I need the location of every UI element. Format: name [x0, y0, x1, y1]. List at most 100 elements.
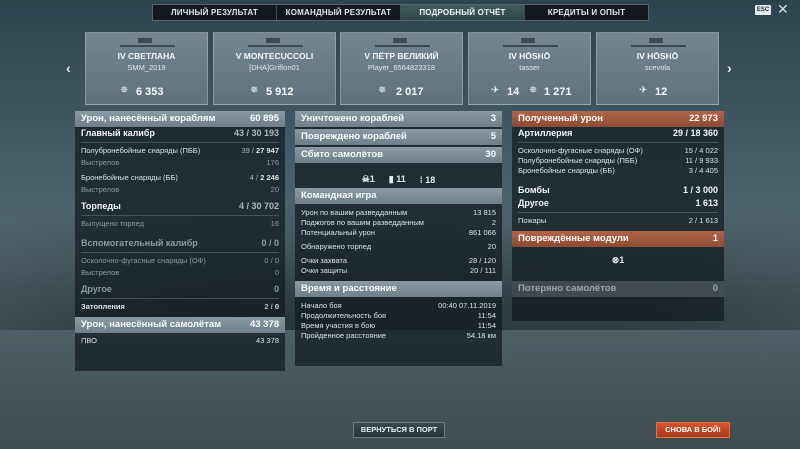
aircraft-damage-header: Урон, нанесённый самолётам 43 378	[75, 317, 285, 333]
he-label: Осколочно-фугасные снаряды (ОФ)	[81, 256, 206, 265]
ship-stat: 12	[655, 86, 668, 98]
torpedoes-label: Торпеды	[81, 201, 121, 211]
divider	[81, 215, 279, 216]
ship-card-2[interactable]: V MONTECUCCOLI [DHA]Griffon01 ✵ 5 912	[213, 32, 336, 105]
sap-hits: 39 /	[241, 146, 257, 155]
torpedoes-value: 4 / 30 702	[238, 201, 279, 211]
torpedo-icon: ✈	[491, 85, 500, 96]
battle-again-button[interactable]: СНОВА В БОЙ!	[656, 422, 730, 438]
aa-value: 43 378	[256, 336, 279, 345]
tab-detailed-report[interactable]: ПОДРОБНЫЙ ОТЧЁТ	[401, 5, 525, 20]
aircraft-damage-label: Урон, нанесённый самолётам	[81, 319, 222, 330]
divider	[81, 252, 279, 253]
damaged-modules-header: Повреждённые модули 1	[512, 231, 724, 247]
planes-shot-row: Сбито самолётов 30	[295, 147, 502, 163]
ship-card-4[interactable]: IV HŌSHŌ tasser ✈ 14 ✵ 1 271	[468, 32, 591, 105]
planes-shot-value: 30	[485, 149, 496, 160]
bombs-row: Бомбы 1 / 3 000	[512, 184, 724, 197]
ap-row: Бронебойные снаряды (ББ) 4 / 2 246	[75, 173, 285, 183]
he-row: Осколочно-фугасные снаряды (ОФ) 0 / 0	[75, 256, 285, 266]
main-battery-value: 43 / 30 193	[233, 128, 279, 138]
damage-icon: ✵	[529, 85, 538, 96]
ship-card-3[interactable]: V ПЁТР ВЕЛИКИЙ Player_6564823318 ✵ 2 017	[340, 32, 463, 105]
defense-points-row: Очки защиты 20 / 111	[295, 266, 502, 276]
damage-received-panel: Полученный урон 22 973 Артиллерия 29 / 1…	[512, 111, 724, 321]
damaged-modules-label: Повреждённые модули	[518, 233, 629, 244]
time-distance-label: Время и расстояние	[301, 283, 397, 294]
shots-row: Выстрелов 176	[75, 158, 285, 168]
flooding-value: 2 / 0	[264, 302, 279, 312]
spotting-fires-row: Поджогов по вашим разведданным 2	[295, 218, 502, 228]
tab-credits-xp[interactable]: КРЕДИТЫ И ОПЫТ	[525, 5, 648, 20]
sap-damage: 27 947	[256, 146, 279, 155]
distance-value: 54.18 км	[466, 331, 496, 340]
ship-name: IV HŌSHŌ	[636, 51, 679, 61]
damage-icon: ✵	[378, 85, 387, 96]
battle-start-row: Начало боя 00:40 07.11.2019	[295, 301, 502, 311]
planes-lost-header: Потеряно самолётов 0	[512, 281, 724, 297]
tab-personal-result[interactable]: ЛИЧНЫЙ РЕЗУЛЬТАТ	[153, 5, 277, 20]
player-name: tasser	[519, 63, 540, 72]
ship-silhouette-icon	[248, 38, 303, 47]
participation-time-value: 11:54	[477, 321, 496, 330]
ap-received-label: Бронебойные снаряды (ББ)	[518, 166, 615, 175]
ship-stat: 5 912	[266, 86, 294, 98]
ships-destroyed-row: Уничтожено кораблей 3	[295, 111, 502, 127]
ap-received-row: Бронебойные снаряды (ББ) 3 / 4 405	[512, 166, 724, 176]
ship-stat: 2 017	[396, 86, 424, 98]
battle-start-value: 00:40 07.11.2019	[438, 301, 496, 310]
main-battery-row: Главный калибр 43 / 30 193	[75, 127, 285, 140]
ship-silhouette-icon	[631, 38, 686, 47]
artillery-label: Артиллерия	[518, 128, 573, 138]
spotting-damage-value: 13 815	[473, 208, 496, 217]
flooding-damage: 0	[274, 302, 279, 311]
divider	[81, 298, 279, 299]
sap-received-label: Полубронебойные снаряды (ПББ)	[518, 156, 638, 165]
capture-points-label: Очки захвата	[301, 256, 348, 265]
damage-received-header: Полученный урон 22 973	[512, 111, 724, 127]
planes-lost-label: Потеряно самолётов	[518, 283, 617, 294]
main-battery-label: Главный калибр	[81, 128, 155, 138]
artillery-row: Артиллерия 29 / 18 360	[512, 127, 724, 140]
ship-card-5[interactable]: IV HŌSHŌ scevola ✈ 12	[596, 32, 719, 105]
esc-key-badge: ESC	[755, 5, 771, 15]
ship-name: IV СВЕТЛАНА	[117, 51, 176, 61]
battle-duration-row: Продолжительность боя 11:54	[295, 311, 502, 321]
ship-silhouette-icon	[375, 38, 430, 47]
shell-count: 11	[396, 174, 406, 184]
ship-damage-value: 60 895	[249, 113, 279, 124]
ships-damaged-label: Повреждено кораблей	[301, 131, 407, 142]
sap-received-value: 11 / 9 933	[685, 156, 718, 165]
potential-damage-label: Потенциальный урон	[301, 228, 375, 237]
ammo-stat: ⁞ 18	[420, 175, 436, 185]
shell-stat: ▮ 11	[389, 174, 406, 185]
ship-card-1[interactable]: IV СВЕТЛАНА SMM_2019 ✵ 6 353	[85, 32, 208, 105]
battle-start-label: Начало боя	[301, 301, 342, 310]
chevron-right-icon[interactable]: ›	[727, 60, 732, 76]
spotting-fires-label: Поджогов по вашим разведданным	[301, 218, 424, 227]
flooding-row: Затопления 2 / 0	[75, 302, 285, 312]
he-value: 0 / 0	[264, 256, 279, 265]
tab-team-result[interactable]: КОМАНДНЫЙ РЕЗУЛЬТАТ	[277, 5, 401, 20]
ships-damaged-value: 5	[490, 131, 496, 142]
teamwork-label: Командная игра	[301, 190, 377, 201]
ships-destroyed-value: 3	[490, 113, 496, 124]
ships-damaged-row: Повреждено кораблей 5	[295, 129, 502, 145]
chevron-left-icon[interactable]: ‹	[66, 60, 71, 76]
return-to-port-button[interactable]: ВЕРНУТЬСЯ В ПОРТ	[353, 422, 445, 438]
aa-label: ПВО	[81, 336, 97, 345]
shots-row: Выстрелов 20	[75, 185, 285, 195]
damage-received-label: Полученный урон	[518, 113, 603, 124]
battle-duration-label: Продолжительность боя	[301, 311, 387, 320]
damage-received-value: 22 973	[688, 113, 718, 124]
player-name: scevola	[644, 63, 671, 72]
sap-value: 39 / 27 947	[241, 146, 279, 156]
torpedoes-fired-label: Выпущено торпед	[81, 219, 144, 228]
battle-summary-panel: Уничтожено кораблей 3 Повреждено корабле…	[295, 111, 502, 366]
damaged-modules-value: 1	[712, 233, 718, 244]
fires-label: Пожары	[518, 216, 547, 225]
ship-name: V ПЁТР ВЕЛИКИЙ	[364, 51, 439, 61]
secondary-battery-label: Вспомогательный калибр	[81, 238, 198, 248]
other-received-value: 1 613	[695, 198, 718, 208]
close-icon[interactable]: ✕	[777, 2, 789, 16]
